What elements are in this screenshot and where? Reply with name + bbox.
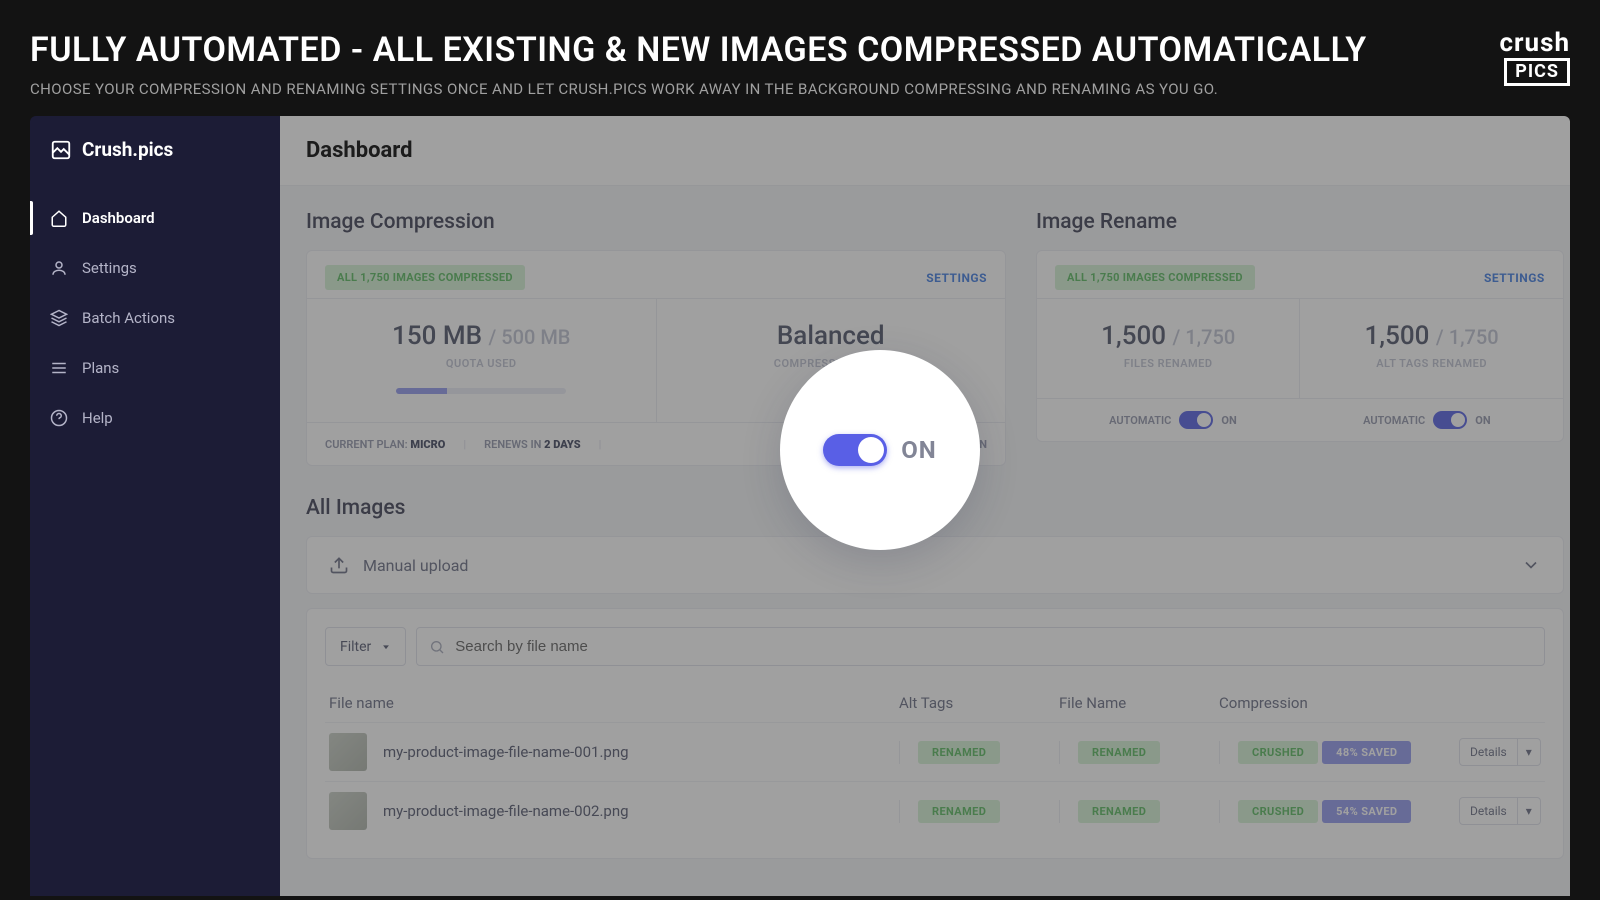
compression-status-badge: ALL 1,750 IMAGES COMPRESSED bbox=[325, 265, 525, 290]
marketing-header: FULLY AUTOMATED - ALL EXISTING & NEW IMA… bbox=[0, 0, 1600, 116]
quota-metric: 150 MB / 500 MB QUOTA USED bbox=[307, 298, 657, 422]
nav-dashboard[interactable]: Dashboard bbox=[30, 193, 280, 243]
alt-total: / 1,750 bbox=[1436, 325, 1499, 349]
brand-logo: crush PICS bbox=[1499, 30, 1570, 86]
files-label: FILES RENAMED bbox=[1047, 357, 1289, 370]
layers-icon bbox=[50, 309, 68, 327]
details-button[interactable]: Details ▾ bbox=[1459, 797, 1541, 825]
table-row: my-product-image-file-name-002.png RENAM… bbox=[325, 781, 1545, 840]
manual-upload-row[interactable]: Manual upload bbox=[306, 536, 1564, 594]
rename-status-badge: ALL 1,750 IMAGES COMPRESSED bbox=[1055, 265, 1255, 290]
crushed-badge: CRUSHED bbox=[1238, 741, 1318, 764]
chevron-down-icon bbox=[1521, 555, 1541, 575]
sidebar-brand: Crush.pics bbox=[30, 116, 280, 183]
nav-label: Help bbox=[82, 409, 113, 427]
search-icon bbox=[429, 639, 445, 655]
upload-label: Manual upload bbox=[363, 556, 468, 575]
caret-down-icon: ▾ bbox=[1517, 798, 1540, 824]
alt-renamed-metric: 1,500 / 1,750 ALT TAGS RENAMED bbox=[1300, 298, 1562, 398]
nav-batch-actions[interactable]: Batch Actions bbox=[30, 293, 280, 343]
plan-name: MICRO bbox=[410, 438, 445, 451]
feature-toggle-callout: ON bbox=[780, 350, 980, 550]
nav-plans[interactable]: Plans bbox=[30, 343, 280, 393]
files-value: 1,500 bbox=[1101, 321, 1166, 351]
nav-settings[interactable]: Settings bbox=[30, 243, 280, 293]
files-renamed-metric: 1,500 / 1,750 FILES RENAMED bbox=[1037, 298, 1300, 398]
rename-section-title: Image Rename bbox=[1036, 210, 1564, 234]
table-header: File name Alt Tags File Name Compression bbox=[325, 684, 1545, 722]
alt-badge: RENAMED bbox=[918, 741, 1000, 764]
compression-section-title: Image Compression bbox=[306, 210, 1006, 234]
feature-toggle[interactable] bbox=[823, 434, 887, 466]
filename-badge: RENAMED bbox=[1078, 741, 1160, 764]
alt-badge: RENAMED bbox=[918, 800, 1000, 823]
saved-badge: 48% SAVED bbox=[1322, 741, 1411, 764]
files-total: / 1,750 bbox=[1173, 325, 1236, 349]
search-box[interactable] bbox=[416, 627, 1544, 666]
rename-settings-link[interactable]: SETTINGS bbox=[1484, 271, 1545, 285]
rename-alt-auto-toggle[interactable] bbox=[1433, 411, 1467, 429]
crushed-badge: CRUSHED bbox=[1238, 800, 1318, 823]
quota-total: / 500 MB bbox=[488, 325, 570, 349]
filter-button[interactable]: Filter bbox=[325, 627, 406, 666]
rename-panel: ALL 1,750 IMAGES COMPRESSED SETTINGS 1,5… bbox=[1036, 250, 1564, 442]
quota-label: QUOTA USED bbox=[317, 357, 646, 370]
search-input[interactable] bbox=[455, 628, 1531, 665]
menu-icon bbox=[50, 359, 68, 377]
details-button[interactable]: Details ▾ bbox=[1459, 738, 1541, 766]
logo-icon bbox=[50, 139, 72, 161]
nav-label: Dashboard bbox=[82, 209, 155, 227]
nav-help[interactable]: Help bbox=[30, 393, 280, 443]
nav-label: Batch Actions bbox=[82, 309, 175, 327]
table-row: my-product-image-file-name-001.png RENAM… bbox=[325, 722, 1545, 781]
feature-toggle-state: ON bbox=[901, 436, 936, 464]
rename-files-auto-toggle[interactable] bbox=[1179, 411, 1213, 429]
page-title: Dashboard bbox=[280, 116, 1570, 186]
col-alt-tags: Alt Tags bbox=[899, 694, 1049, 712]
sidebar: Crush.pics Dashboard Settings Batch Acti… bbox=[30, 116, 280, 896]
header-subtitle: CHOOSE YOUR COMPRESSION AND RENAMING SET… bbox=[30, 80, 1367, 98]
nav-label: Settings bbox=[82, 259, 137, 277]
header-title: FULLY AUTOMATED - ALL EXISTING & NEW IMA… bbox=[30, 30, 1367, 70]
nav-label: Plans bbox=[82, 359, 119, 377]
file-name-text: my-product-image-file-name-001.png bbox=[383, 743, 629, 761]
col-compression: Compression bbox=[1219, 694, 1449, 712]
col-file-name2: File Name bbox=[1059, 694, 1209, 712]
caret-down-icon: ▾ bbox=[1517, 739, 1540, 765]
images-list-panel: Filter File name Alt Tags File Name Comp… bbox=[306, 608, 1564, 859]
renew-value: 2 DAYS bbox=[544, 438, 581, 451]
col-file-name: File name bbox=[329, 694, 889, 712]
compression-type-value: Balanced bbox=[667, 321, 996, 351]
quota-value: 150 MB bbox=[392, 321, 482, 351]
file-name-text: my-product-image-file-name-002.png bbox=[383, 802, 629, 820]
user-icon bbox=[50, 259, 68, 277]
help-icon bbox=[50, 409, 68, 427]
upload-icon bbox=[329, 555, 349, 575]
thumbnail bbox=[329, 792, 367, 830]
alt-label: ALT TAGS RENAMED bbox=[1310, 357, 1552, 370]
alt-value: 1,500 bbox=[1365, 321, 1430, 351]
filename-badge: RENAMED bbox=[1078, 800, 1160, 823]
thumbnail bbox=[329, 733, 367, 771]
caret-down-icon bbox=[381, 642, 391, 652]
saved-badge: 54% SAVED bbox=[1322, 800, 1411, 823]
quota-progress bbox=[396, 388, 566, 394]
home-icon bbox=[50, 209, 68, 227]
compression-settings-link[interactable]: SETTINGS bbox=[926, 271, 987, 285]
